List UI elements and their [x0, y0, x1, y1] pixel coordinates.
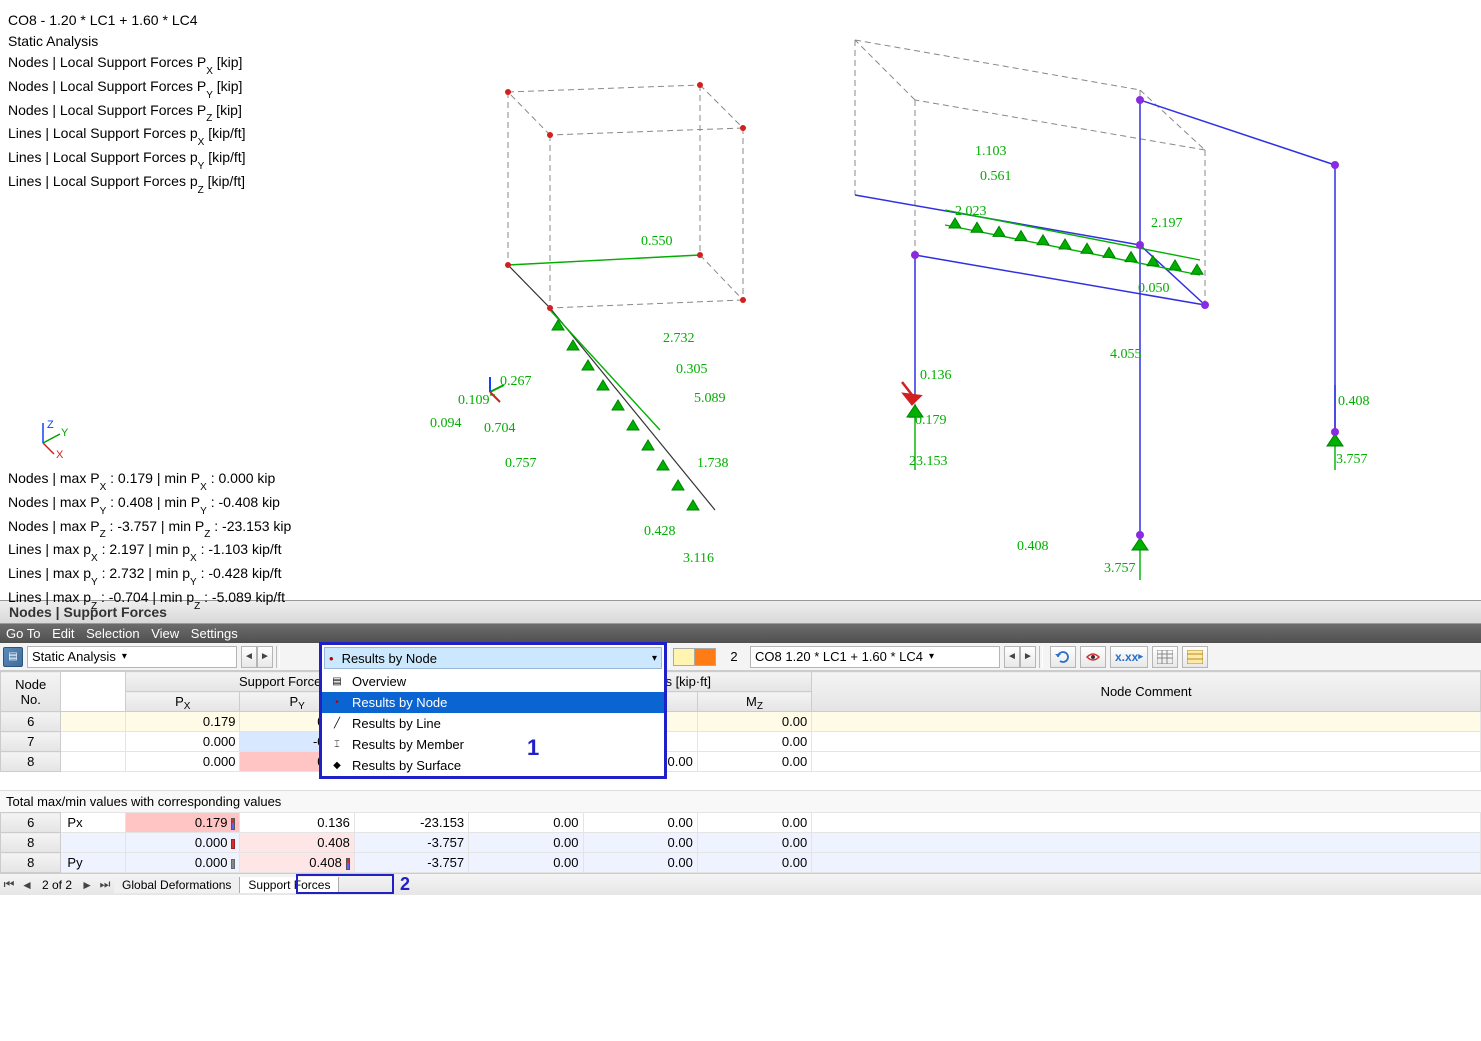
svg-text:3.116: 3.116 — [683, 551, 714, 566]
results-toolbar: ▤ Static Analysis▾ ◄ ► ◄ ► 2 CO8 1.20 * … — [0, 643, 1481, 671]
coord-axes-icon: Z Y X — [28, 418, 68, 461]
svg-text:2.197: 2.197 — [1151, 216, 1183, 231]
menu-settings[interactable]: Settings — [191, 626, 238, 641]
analysis-type: Static Analysis — [8, 31, 246, 52]
svg-text:0.050: 0.050 — [1138, 281, 1170, 296]
sheet-tab-bar[interactable]: ⏮ ◄ 2 of 2 ► ⏭ Global Deformations Suppo… — [0, 873, 1481, 895]
swatch-orange-icon — [694, 648, 716, 666]
tool-zoom-icon[interactable] — [1080, 646, 1106, 668]
model-viewport[interactable]: CO8 - 1.20 * LC1 + 1.60 * LC4 Static Ana… — [0, 0, 1481, 600]
svg-text:0.267: 0.267 — [500, 374, 532, 389]
tab-page: 2 of 2 — [36, 878, 78, 892]
menu-goto[interactable]: Go To — [6, 626, 40, 641]
svg-text:23.153: 23.153 — [909, 454, 948, 469]
svg-text:0.428: 0.428 — [644, 524, 676, 539]
menu-edit[interactable]: Edit — [52, 626, 74, 641]
svg-text:5.089: 5.089 — [694, 391, 726, 406]
swatch-yellow-icon — [673, 648, 695, 666]
svg-text:0.550: 0.550 — [641, 234, 673, 249]
tab-global-deformations[interactable]: Global Deformations — [114, 877, 240, 893]
svg-text:Z: Z — [47, 419, 54, 431]
svg-text:0.704: 0.704 — [484, 421, 516, 436]
dropdown-item[interactable]: •Results by Node — [322, 692, 664, 713]
dropdown-item[interactable]: ⌶Results by Member — [322, 734, 664, 755]
prev-combo-arrow[interactable]: ◄ — [1004, 646, 1020, 668]
tool-table-a-icon[interactable] — [1152, 646, 1178, 668]
svg-text:1.103: 1.103 — [975, 144, 1007, 159]
svg-text:X: X — [56, 449, 64, 458]
viewport-header-text: CO8 - 1.20 * LC1 + 1.60 * LC4 Static Ana… — [8, 10, 246, 195]
svg-text:0.408: 0.408 — [1338, 394, 1370, 409]
svg-text:0.757: 0.757 — [505, 456, 537, 471]
tool-precision-icon[interactable]: x.xx▸ — [1110, 646, 1148, 668]
dropdown-item[interactable]: ╱Results by Line — [322, 713, 664, 734]
combo-title: CO8 - 1.20 * LC1 + 1.60 * LC4 — [8, 10, 246, 31]
menu-bar[interactable]: Go To Edit Selection View Settings — [0, 624, 1481, 643]
svg-text:2.732: 2.732 — [663, 331, 695, 346]
tab-first-icon[interactable]: ⏮ — [0, 877, 18, 892]
menu-view[interactable]: View — [151, 626, 179, 641]
svg-text:1.738: 1.738 — [697, 456, 729, 471]
combo-number: 2 — [724, 649, 744, 664]
svg-text:3.757: 3.757 — [1104, 561, 1136, 576]
tab-last-icon[interactable]: ⏭ — [96, 877, 114, 892]
next-combo-arrow[interactable]: ► — [1020, 646, 1036, 668]
svg-text:4.055: 4.055 — [1110, 347, 1142, 362]
callout-1: 1 — [527, 735, 539, 761]
svg-text:0.561: 0.561 — [980, 169, 1012, 184]
tool-refresh-icon[interactable] — [1050, 646, 1076, 668]
totals-header: Total max/min values with corresponding … — [0, 790, 1481, 812]
svg-text:Y: Y — [61, 427, 68, 439]
svg-text:0.305: 0.305 — [676, 362, 708, 377]
viewport-stats-text: Nodes | max PX : 0.179 | min PX : 0.000 … — [8, 468, 291, 611]
tool-table-b-icon[interactable] — [1182, 646, 1208, 668]
tab-support-forces[interactable]: Support Forces — [240, 877, 339, 893]
tab-next-icon[interactable]: ► — [78, 878, 96, 892]
book-icon[interactable]: ▤ — [3, 647, 23, 667]
svg-text:0.136: 0.136 — [920, 368, 952, 383]
svg-text:0.408: 0.408 — [1017, 539, 1049, 554]
svg-text:3.757: 3.757 — [1336, 452, 1368, 467]
menu-selection[interactable]: Selection — [86, 626, 139, 641]
results-select[interactable]: • Results by Node▾ — [324, 647, 662, 669]
prev-analysis-arrow[interactable]: ◄ — [241, 646, 257, 668]
analysis-type-select[interactable]: Static Analysis▾ — [27, 646, 237, 668]
tab-prev-icon[interactable]: ◄ — [18, 878, 36, 892]
svg-text:0.094: 0.094 — [430, 416, 462, 431]
totals-table[interactable]: 6 Px 0.179 0.136 -23.153 0.00 0.00 0.00 … — [0, 812, 1481, 873]
svg-text:0.109: 0.109 — [458, 393, 490, 408]
model-svg: 1.103 0.561 2.023 2.197 0.550 0.050 2.732 0.305… — [330, 0, 1470, 600]
dropdown-item[interactable]: ▤Overview — [322, 671, 664, 692]
results-table[interactable]: NodeNo. Support Forces [kip] Support Mom… — [0, 671, 1481, 772]
svg-text:0.179: 0.179 — [915, 413, 947, 428]
next-analysis-arrow[interactable]: ► — [257, 646, 273, 668]
results-dropdown-open[interactable]: • Results by Node▾ ▤Overview•Results by … — [319, 642, 667, 779]
svg-text:2.023: 2.023 — [955, 204, 987, 219]
combo-select[interactable]: CO8 1.20 * LC1 + 1.60 * LC4▾ — [750, 646, 1000, 668]
results-dropdown-list: ▤Overview•Results by Node╱Results by Lin… — [322, 671, 664, 776]
dropdown-item[interactable]: ◆Results by Surface — [322, 755, 664, 776]
callout-2: 2 — [400, 874, 410, 895]
